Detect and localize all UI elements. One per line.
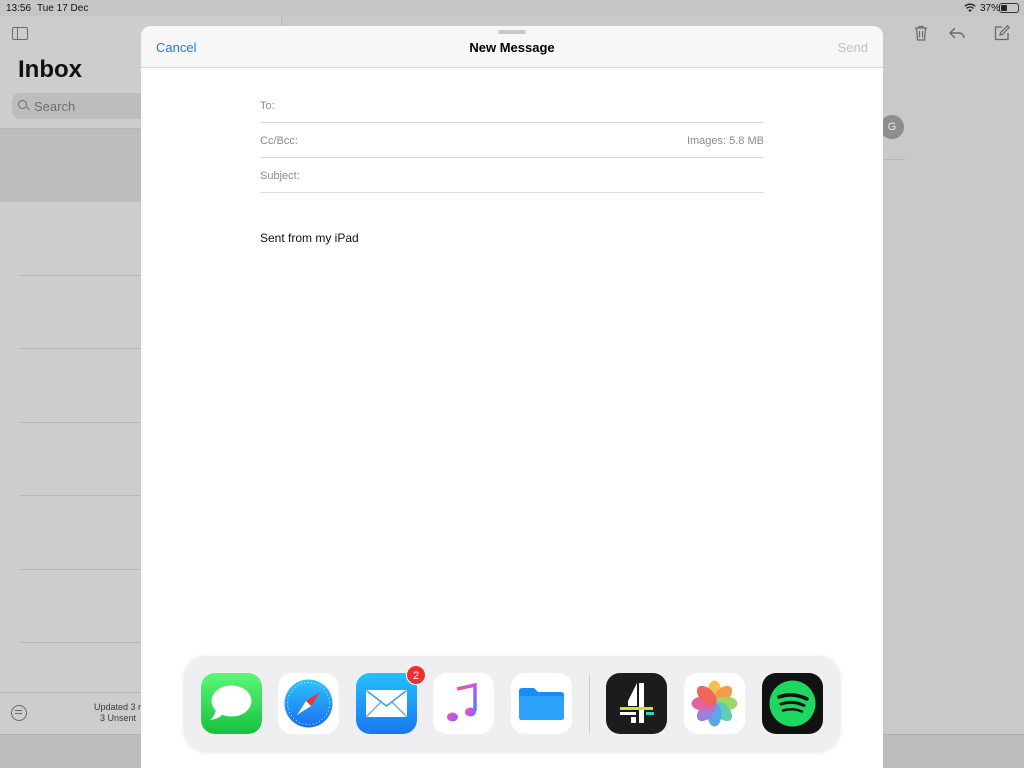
subject-field[interactable]: Subject:	[260, 158, 764, 193]
dock-app-channel4[interactable]	[606, 673, 667, 734]
images-size-label[interactable]: Images: 5.8 MB	[687, 135, 764, 147]
dock-app-photos[interactable]	[684, 673, 745, 734]
messages-icon	[201, 673, 262, 734]
to-label: To:	[260, 100, 275, 112]
dock-app-music[interactable]	[433, 673, 494, 734]
send-button[interactable]: Send	[838, 40, 868, 55]
dock-app-messages[interactable]	[201, 673, 262, 734]
search-icon	[18, 100, 27, 109]
dock-app-files[interactable]	[511, 673, 572, 734]
search-field[interactable]: Search	[12, 93, 152, 119]
battery-percentage: 37%	[980, 3, 1001, 14]
channel4-icon	[606, 673, 667, 734]
to-field[interactable]: To:	[260, 88, 764, 123]
wifi-icon	[964, 3, 976, 12]
sidebar-toggle-icon[interactable]	[12, 27, 28, 40]
unsent-status: 3 Unsent	[100, 713, 137, 723]
trash-icon[interactable]	[912, 24, 930, 42]
dock-app-spotify[interactable]	[762, 673, 823, 734]
photos-icon	[684, 673, 745, 734]
status-time: 13:56	[6, 3, 32, 14]
mail-icon	[356, 673, 417, 734]
search-placeholder: Search	[34, 99, 76, 114]
files-icon	[511, 673, 572, 734]
compose-nav-bar: Cancel New Message Send	[141, 26, 883, 68]
filter-icon[interactable]	[11, 705, 27, 721]
music-icon	[433, 673, 494, 734]
status-date: Tue 17 Dec	[37, 3, 89, 14]
avatar: G	[880, 115, 904, 139]
battery-fill	[1001, 5, 1007, 11]
updated-status: Updated 3 m	[94, 702, 146, 712]
compose-title: New Message	[469, 40, 555, 55]
sheet-grabber[interactable]	[498, 30, 526, 34]
cc-bcc-label: Cc/Bcc:	[260, 135, 298, 147]
dock-app-safari[interactable]	[278, 673, 339, 734]
inbox-title: Inbox	[18, 56, 82, 83]
mail-badge: 2	[406, 665, 426, 685]
message-body[interactable]: Sent from my iPad	[260, 231, 359, 245]
status-bar: 13:56 Tue 17 Dec 37%	[0, 0, 1024, 16]
subject-input[interactable]	[315, 165, 675, 187]
reply-icon[interactable]	[948, 24, 966, 42]
spotify-icon	[762, 673, 823, 734]
dock: 2	[184, 656, 840, 751]
cc-bcc-field[interactable]: Cc/Bcc: Images: 5.8 MB	[260, 123, 764, 158]
compose-icon[interactable]	[993, 24, 1011, 42]
safari-icon	[278, 673, 339, 734]
dock-app-mail[interactable]	[356, 673, 417, 734]
subject-label: Subject:	[260, 170, 300, 182]
dock-divider	[589, 675, 590, 733]
to-input[interactable]	[308, 95, 668, 117]
battery-icon	[999, 3, 1019, 13]
